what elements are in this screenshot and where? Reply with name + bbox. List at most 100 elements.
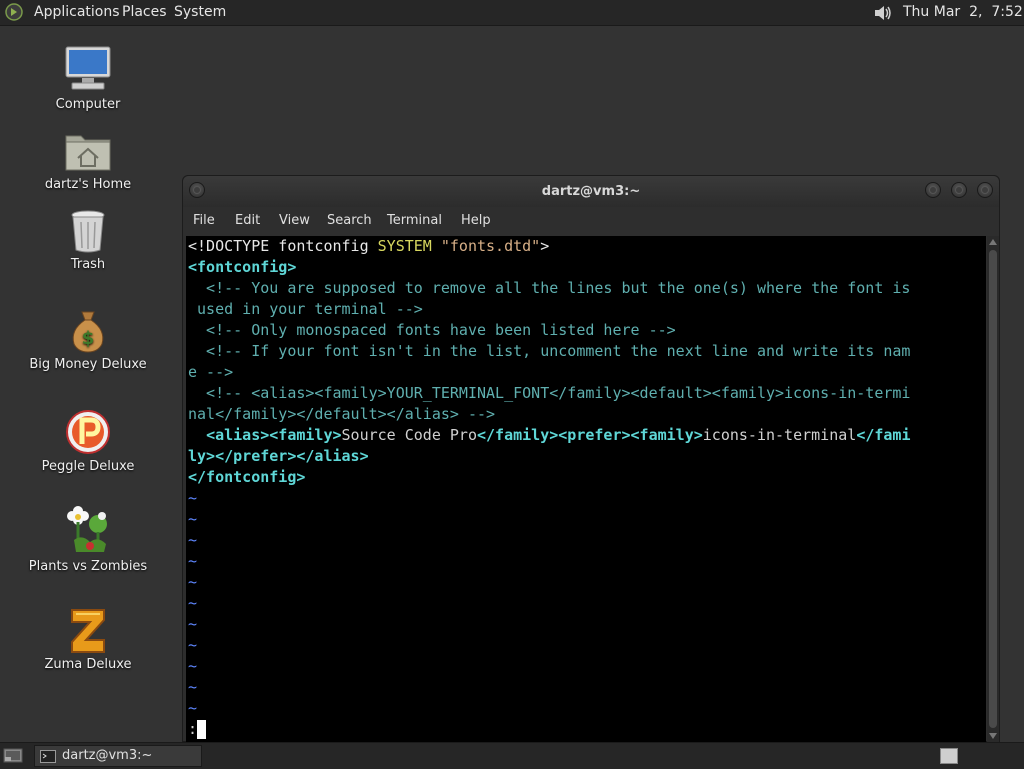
command-line[interactable]: : (188, 719, 197, 740)
desktop-icon-label: Big Money Deluxe (29, 357, 147, 372)
terminal-window: dartz@vm3:~ File Edit View Search Termin… (182, 175, 1000, 742)
desktop-icon-label: Zuma Deluxe (44, 657, 132, 672)
desktop-icon-peggle[interactable]: Peggle Deluxe (8, 408, 168, 474)
terminal-text-segment: </family><prefer><family> (477, 426, 703, 444)
terminal-text-segment: ~ (188, 552, 198, 570)
terminal-text-segment: Source Code Pro (341, 426, 477, 444)
taskbar-item-terminal[interactable]: dartz@vm3:~ (34, 745, 202, 767)
trash-icon (71, 210, 105, 253)
terminal-text-segment: <fontconfig> (188, 258, 297, 276)
terminal-line: <!-- Only monospaced fonts have been lis… (188, 320, 676, 341)
terminal-text-segment: ~ (188, 699, 198, 717)
desktop-icon-home[interactable]: dartz's Home (8, 128, 168, 192)
svg-text:$: $ (82, 328, 95, 349)
menu-terminal[interactable]: Terminal (387, 207, 442, 235)
terminal-line: <!-- <alias><family>YOUR_TERMINAL_FONT</… (188, 383, 910, 404)
minimize-button[interactable] (925, 182, 941, 198)
terminal-text-segment: ~ (188, 531, 198, 549)
terminal-content[interactable]: <!DOCTYPE fontconfig SYSTEM "fonts.dtd">… (186, 236, 986, 742)
terminal-task-icon (40, 750, 56, 763)
terminal-line: ~ (188, 551, 197, 572)
terminal-text-segment: ~ (188, 657, 198, 675)
scroll-down-arrow-icon[interactable] (989, 733, 997, 739)
window-title: dartz@vm3:~ (541, 184, 641, 199)
desktop-icon-label: Computer (55, 97, 121, 112)
terminal-text-segment: ~ (188, 573, 198, 591)
terminal-line: ly></prefer></alias> (188, 446, 369, 467)
terminal-line: ~ (188, 698, 197, 719)
terminal-text-segment: > (540, 237, 550, 255)
terminal-text-segment: SYSTEM (377, 237, 432, 255)
desktop-icon-label: Plants vs Zombies (28, 559, 148, 574)
clock[interactable]: Thu Mar 2, 7:52 PM (903, 0, 1024, 25)
zuma-icon (71, 609, 105, 653)
terminal-line: ~ (188, 656, 197, 677)
close-button[interactable] (977, 182, 993, 198)
terminal-line: <!-- If your font isn't in the list, unc… (188, 341, 910, 362)
desktop-icon-label: Peggle Deluxe (41, 459, 135, 474)
window-titlebar[interactable]: dartz@vm3:~ (183, 176, 999, 207)
terminal-text-segment: <!-- You are supposed to remove all the … (188, 279, 911, 297)
menu-edit[interactable]: Edit (235, 207, 260, 235)
terminal-text-segment: </fami (856, 426, 911, 444)
plants-vs-zombies-icon (67, 506, 107, 552)
computer-icon (65, 46, 111, 90)
terminal-line: nal</family></default></alias> --> (188, 404, 495, 425)
maximize-button[interactable] (951, 182, 967, 198)
menu-applications[interactable]: Applications (34, 0, 120, 25)
terminal-text-segment: <!DOCTYPE fontconfig (188, 237, 378, 255)
menu-view[interactable]: View (279, 207, 310, 235)
menu-search[interactable]: Search (327, 207, 372, 235)
terminal-line: ~ (188, 614, 197, 635)
terminal-text-segment: <!-- <alias><family>YOUR_TERMINAL_FONT</… (188, 384, 911, 402)
terminal-text-segment: "fonts.dtd" (440, 237, 541, 255)
terminal-line: ~ (188, 509, 197, 530)
terminal-line: ~ (188, 635, 197, 656)
terminal-line: </fontconfig> (188, 467, 305, 488)
desktop-icon-label: Trash (70, 257, 106, 272)
terminal-line: ~ (188, 677, 197, 698)
terminal-line: <!DOCTYPE fontconfig SYSTEM "fonts.dtd"> (188, 236, 549, 257)
desktop-icon-computer[interactable]: Computer (8, 44, 168, 112)
terminal-text-segment: ly></prefer></alias> (188, 447, 369, 465)
menu-file[interactable]: File (193, 207, 215, 235)
text-cursor (197, 720, 206, 739)
scroll-up-arrow-icon[interactable] (989, 239, 997, 245)
terminal-text-segment: <!-- If your font isn't in the list, unc… (188, 342, 911, 360)
menu-help[interactable]: Help (461, 207, 491, 235)
terminal-text-segment: <alias><family> (206, 426, 342, 444)
terminal-text-segment: used in your terminal --> (188, 300, 423, 318)
terminal-text-segment: </fontconfig> (188, 468, 306, 486)
desktop-icon-trash[interactable]: Trash (8, 208, 168, 272)
terminal-line: <!-- You are supposed to remove all the … (188, 278, 910, 299)
terminal-menubar: File Edit View Search Terminal Help (183, 207, 999, 235)
menu-places[interactable]: Places (122, 0, 167, 25)
workspace-switcher-icon[interactable] (940, 748, 958, 764)
terminal-text-segment: ~ (188, 510, 198, 528)
terminal-line: e --> (188, 362, 233, 383)
money-bag-icon: $ (72, 311, 104, 353)
top-panel: Applications Places System Thu Mar 2, 7:… (0, 0, 1024, 26)
gnome-foot-icon[interactable] (5, 3, 23, 21)
terminal-line: ~ (188, 572, 197, 593)
terminal-text-segment: ~ (188, 636, 198, 654)
desktop-icon-plants-vs-zombies[interactable]: Plants vs Zombies (8, 506, 168, 574)
terminal-line: used in your terminal --> (188, 299, 423, 320)
home-folder-icon (65, 135, 111, 171)
menu-system[interactable]: System (174, 0, 226, 25)
peggle-icon (66, 410, 110, 454)
show-desktop-icon[interactable] (3, 747, 23, 765)
terminal-text-segment: ~ (188, 594, 198, 612)
speaker-icon[interactable] (872, 2, 894, 24)
terminal-text-segment: ~ (188, 615, 198, 633)
terminal-text-segment: e --> (188, 363, 234, 381)
desktop-icon-zuma[interactable]: Zuma Deluxe (8, 606, 168, 672)
desktop-icon-big-money[interactable]: $ Big Money Deluxe (8, 308, 168, 372)
terminal-line: <alias><family>Source Code Pro</family><… (188, 425, 911, 446)
terminal-line: <fontconfig> (188, 257, 296, 278)
scrollbar-thumb[interactable] (989, 250, 997, 728)
terminal-scrollbar[interactable] (987, 236, 999, 742)
taskbar-item-label: dartz@vm3:~ (62, 748, 153, 763)
